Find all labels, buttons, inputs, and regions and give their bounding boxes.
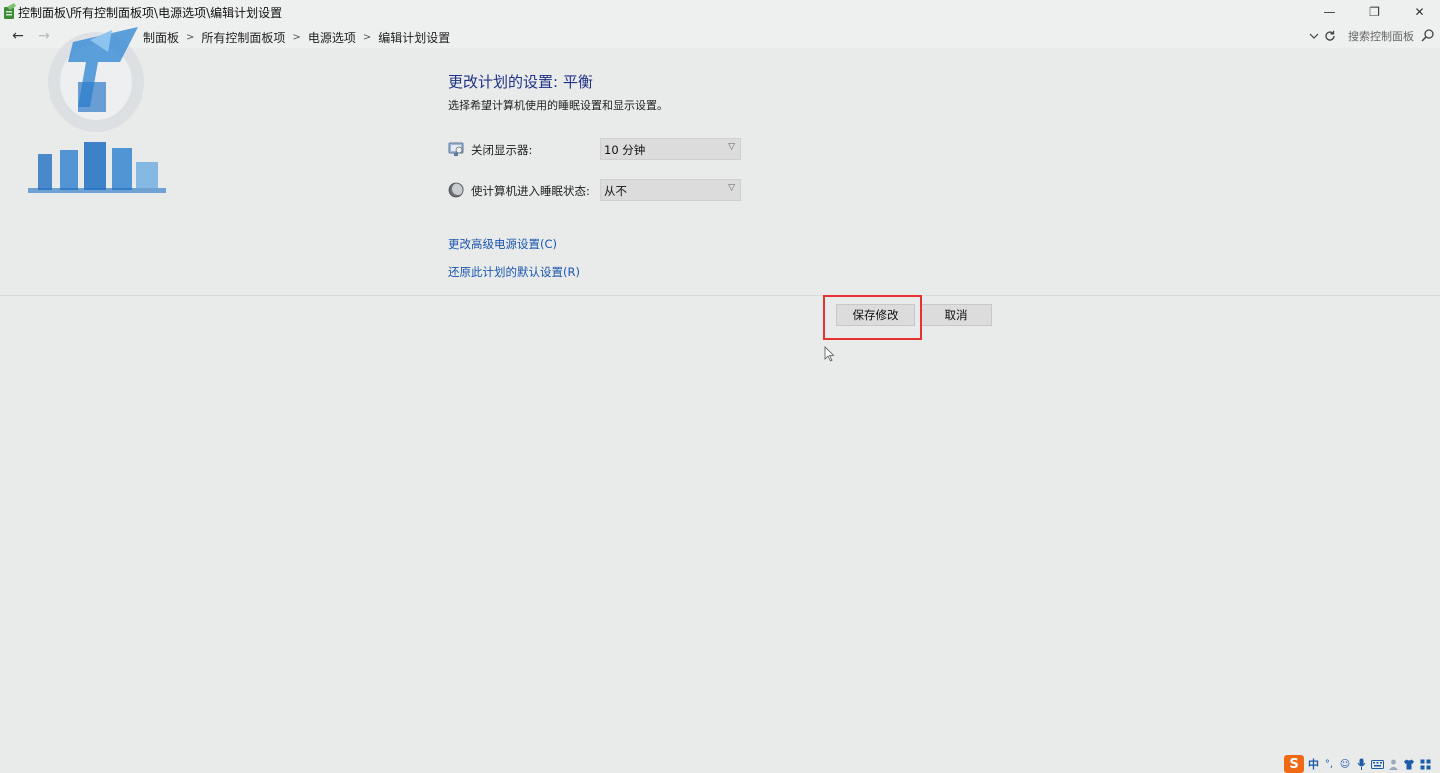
divider	[0, 295, 1440, 296]
microphone-icon[interactable]	[1353, 756, 1369, 772]
back-button[interactable]: ←	[7, 26, 29, 46]
minimize-icon: —	[1323, 5, 1336, 19]
breadcrumb-separator[interactable]: >	[363, 32, 371, 43]
emoji-icon[interactable]: ☺	[1337, 756, 1353, 772]
cancel-button[interactable]: 取消	[920, 304, 992, 326]
address-history-button[interactable]	[1306, 28, 1322, 44]
search-input[interactable]	[1340, 26, 1420, 46]
chevron-down-icon	[1309, 33, 1319, 39]
chevron-down-icon: ▽	[728, 183, 735, 193]
breadcrumb: 制面板 > 所有控制面板项 > 电源选项 > 编辑计划设置	[143, 29, 450, 46]
mouse-cursor-icon	[824, 346, 835, 362]
breadcrumb-item-all-items[interactable]: 所有控制面板项	[201, 29, 285, 46]
setting-label: 关闭显示器:	[471, 143, 533, 157]
search-box	[1340, 26, 1436, 46]
select-value: 从不	[604, 184, 627, 198]
ime-toolbar: S 中 °, ☺	[1284, 755, 1440, 773]
back-arrow-icon: ←	[12, 28, 24, 44]
ime-language-toggle[interactable]: 中	[1308, 756, 1319, 772]
restore-button[interactable]: ❐	[1352, 0, 1397, 24]
skin-shirt-icon[interactable]	[1401, 756, 1417, 772]
page-title: 更改计划的设置: 平衡	[448, 73, 593, 91]
setting-label: 使计算机进入睡眠状态:	[471, 184, 590, 198]
punctuation-icon[interactable]: °,	[1321, 756, 1337, 772]
advanced-power-settings-link[interactable]: 更改高级电源设置(C)	[448, 236, 557, 252]
sleep-moon-icon	[448, 182, 464, 198]
monitor-icon	[448, 142, 464, 156]
close-icon: ✕	[1414, 5, 1425, 19]
display-off-select[interactable]: 10 分钟 ▽	[600, 138, 741, 160]
window-title: 控制面板\所有控制面板项\电源选项\编辑计划设置	[18, 6, 283, 20]
breadcrumb-item-edit-plan[interactable]: 编辑计划设置	[378, 29, 450, 46]
breadcrumb-separator[interactable]: >	[186, 32, 194, 43]
title-bar: 控制面板\所有控制面板项\电源选项\编辑计划设置 — ❐ ✕	[0, 0, 1440, 24]
user-icon[interactable]	[1385, 756, 1401, 772]
search-icon[interactable]	[1420, 28, 1436, 44]
keyboard-icon[interactable]	[1369, 756, 1385, 772]
minimize-button[interactable]: —	[1307, 0, 1352, 24]
restore-defaults-link[interactable]: 还原此计划的默认设置(R)	[448, 264, 580, 280]
page-description: 选择希望计算机使用的睡眠设置和显示设置。	[448, 99, 668, 112]
breadcrumb-separator[interactable]: >	[292, 32, 300, 43]
control-panel-icon	[4, 3, 16, 19]
refresh-icon	[1325, 30, 1335, 41]
address-bar: ← → 制面板 > 所有控制面板项 > 电源选项 > 编辑计划设置	[0, 24, 1440, 48]
breadcrumb-item-power-options[interactable]: 电源选项	[308, 29, 356, 46]
restore-icon: ❐	[1369, 5, 1380, 19]
sleep-select[interactable]: 从不 ▽	[600, 179, 741, 201]
chevron-down-icon: ▽	[728, 142, 735, 152]
refresh-button[interactable]	[1322, 27, 1338, 45]
watermark-logo	[28, 27, 166, 193]
close-button[interactable]: ✕	[1397, 0, 1440, 24]
toolbox-grid-icon[interactable]	[1417, 756, 1433, 772]
highlight-annotation	[823, 295, 922, 340]
select-value: 10 分钟	[604, 143, 646, 157]
sogou-ime-logo[interactable]: S	[1284, 755, 1304, 773]
